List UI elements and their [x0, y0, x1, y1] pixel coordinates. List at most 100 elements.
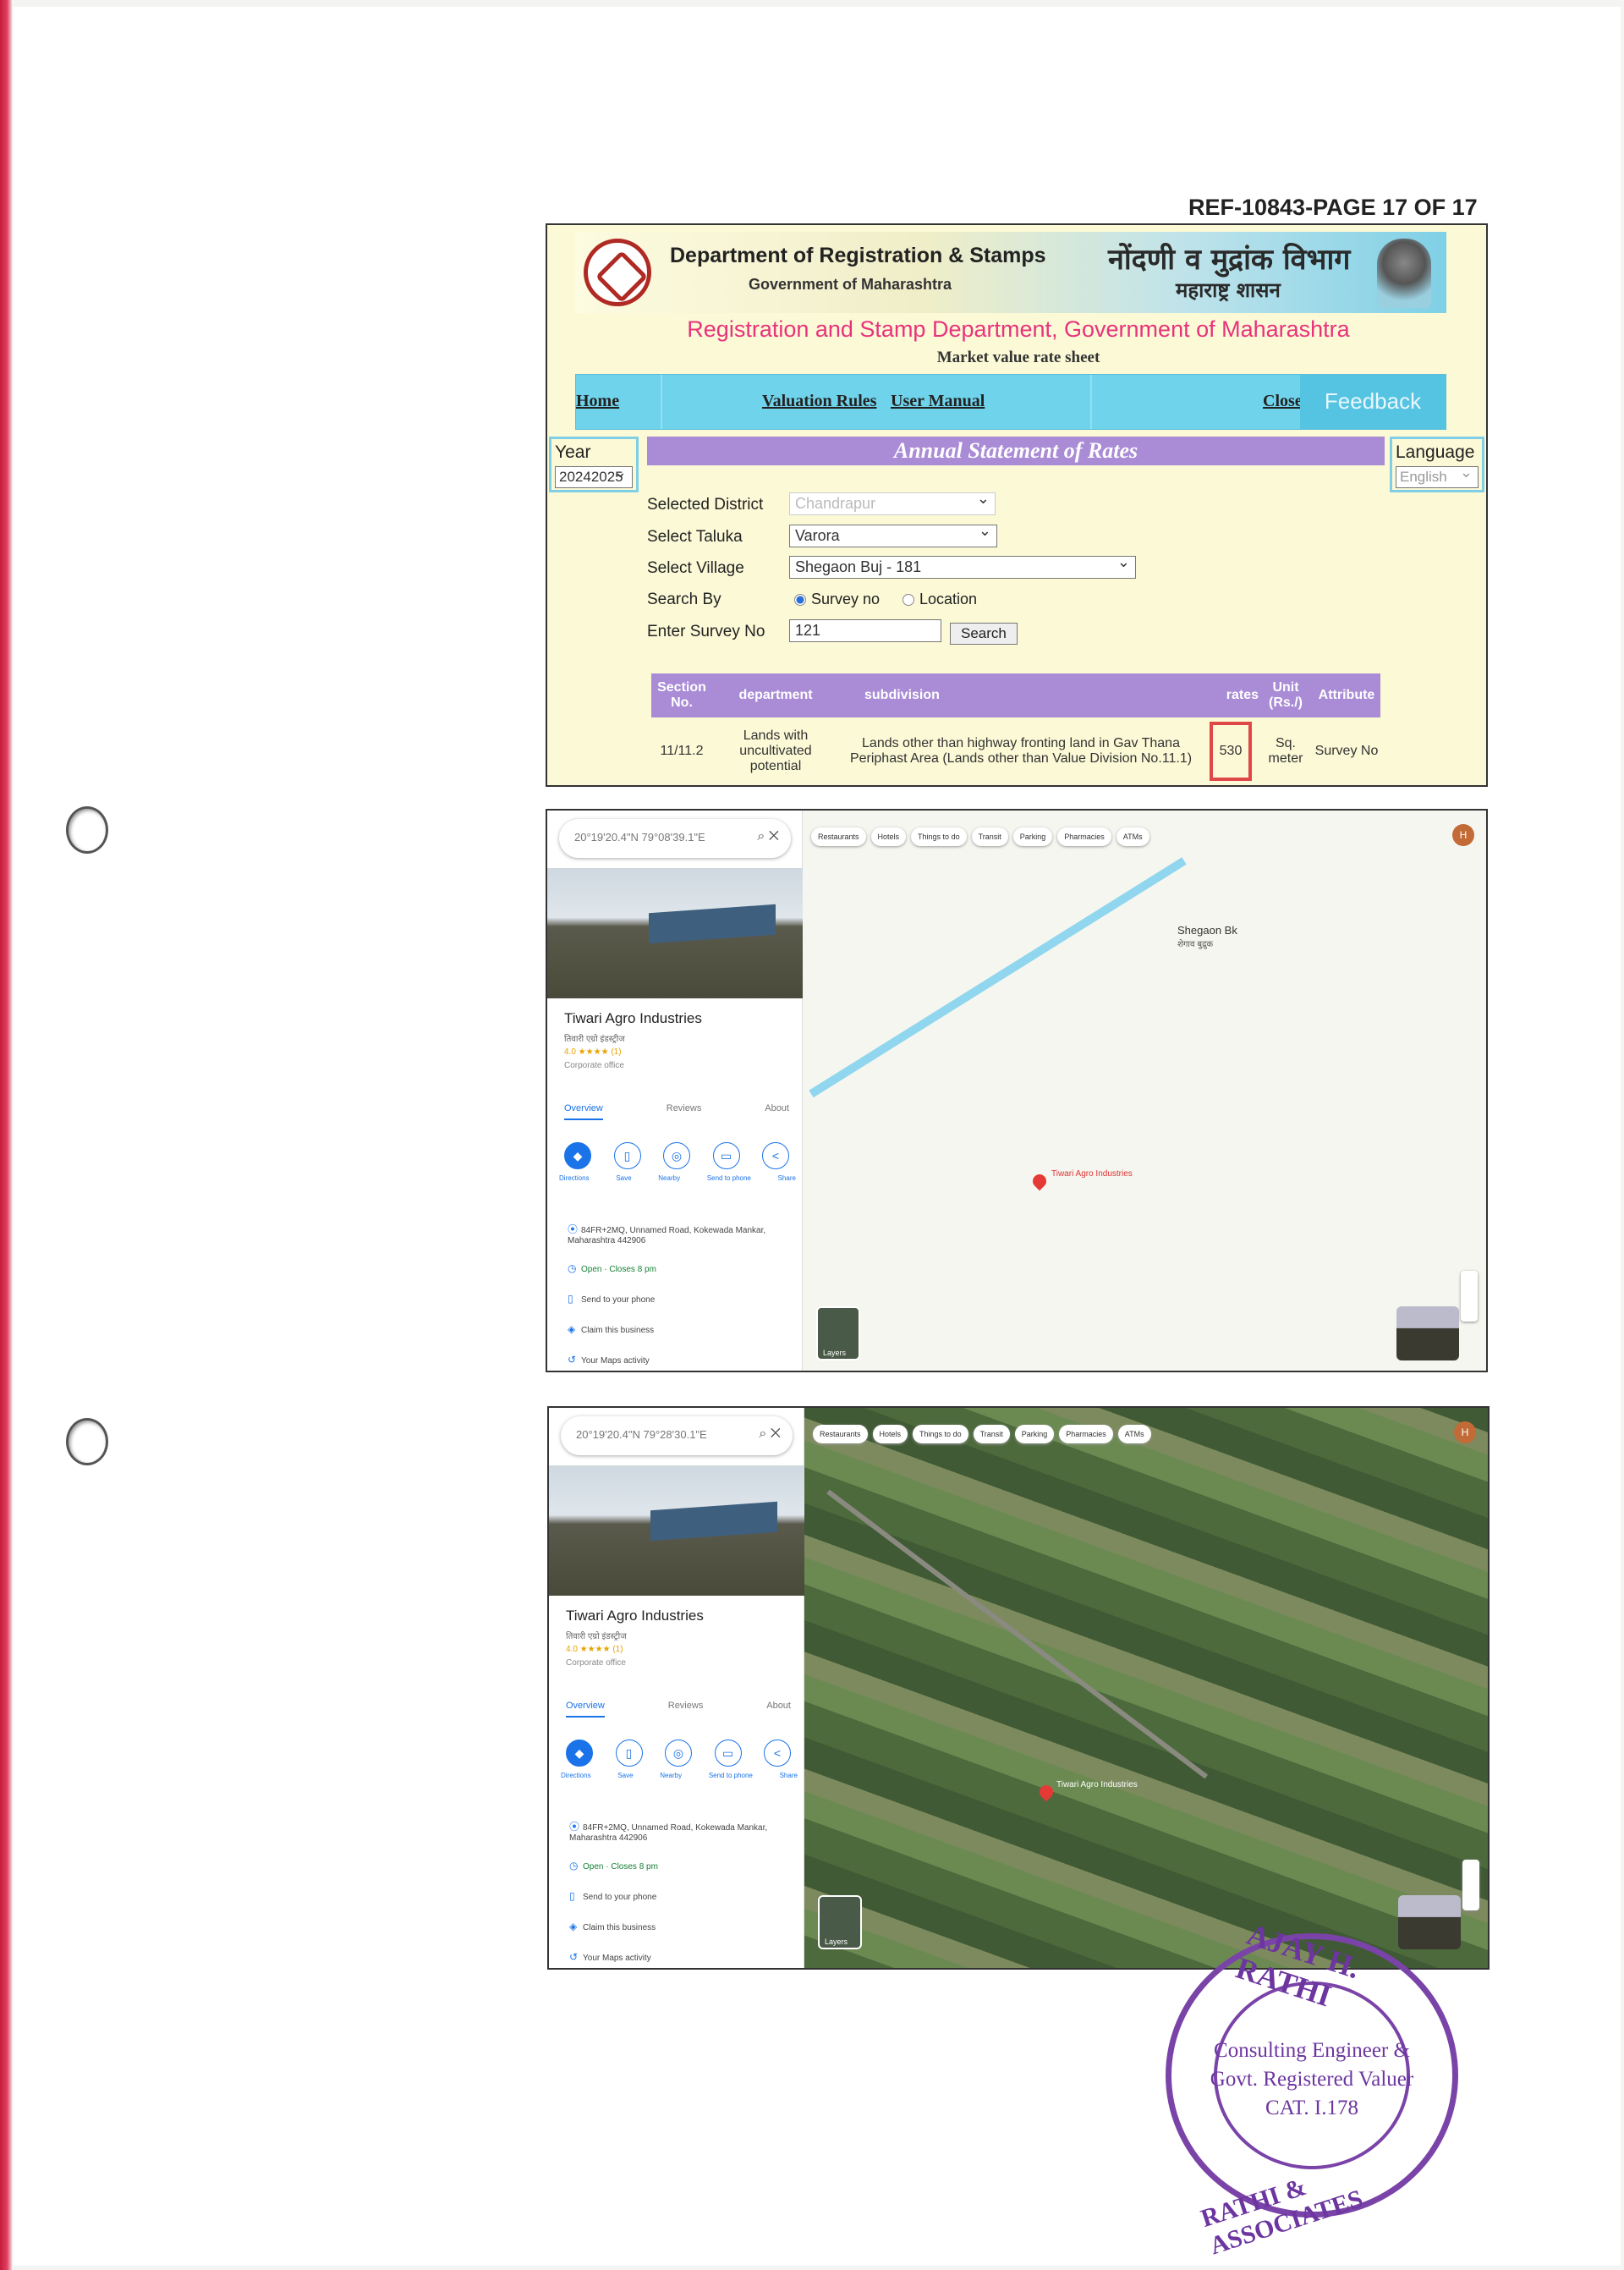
claim-business-link[interactable]: ◈ Claim this business	[569, 1921, 656, 1932]
coords-search-input[interactable]: 20°19'20.4"N 79°08'39.1"E ⌕ ✕	[559, 819, 791, 858]
send-to-phone-icon[interactable]: ▭	[714, 1740, 742, 1767]
search-icon[interactable]: ⌕ ✕	[759, 1426, 781, 1442]
chip-atms[interactable]: ATMs	[1116, 827, 1149, 846]
coords-search-input[interactable]: 20°19'20.4"N 79°28'30.1"E ⌕ ✕	[561, 1416, 793, 1455]
punch-hole	[66, 1418, 108, 1465]
nav-divider	[661, 375, 662, 429]
directions-icon[interactable]: ◆	[566, 1740, 593, 1767]
cell-department: Lands with uncultivated potential	[712, 717, 839, 785]
village-select[interactable]: Shegaon Buj - 181	[789, 553, 1136, 579]
action-labels: Directions Save Nearby Send to phone Sha…	[559, 1174, 796, 1182]
tab-reviews[interactable]: Reviews	[668, 1701, 704, 1718]
directions-icon[interactable]: ◆	[564, 1142, 591, 1169]
category-chips: Restaurants Hotels Things to do Transit …	[811, 827, 1149, 846]
zoom-control[interactable]	[1461, 1271, 1478, 1322]
share-icon[interactable]: <	[762, 1142, 789, 1169]
chip-pharmacies[interactable]: Pharmacies	[1059, 1425, 1113, 1443]
map-label-pin: Tiwari Agro Industries	[1056, 1780, 1138, 1789]
stamp-line1: Consulting Engineer &	[1214, 2039, 1410, 2062]
stamp-line3: CAT. I.178	[1265, 2097, 1358, 2119]
nav-close[interactable]: Close	[1263, 392, 1303, 411]
district-select[interactable]: Chandrapur	[789, 490, 996, 515]
maps-activity-link[interactable]: ↺ Your Maps activity	[568, 1354, 650, 1366]
map-label-pin: Tiwari Agro Industries	[1051, 1169, 1133, 1179]
avatar[interactable]: H	[1452, 824, 1474, 846]
radio-selected-icon	[794, 594, 806, 606]
portal-header: Department of Registration & Stamps Gove…	[575, 232, 1446, 313]
place-photo[interactable]	[547, 868, 803, 998]
chip-transit[interactable]: Transit	[973, 1425, 1010, 1443]
tab-about[interactable]: About	[765, 1103, 789, 1120]
cell-subdivision: Lands other than highway fronting land i…	[839, 717, 1203, 785]
col-header: department	[712, 673, 839, 717]
tab-reviews[interactable]: Reviews	[667, 1103, 702, 1120]
save-icon[interactable]: ▯	[613, 1142, 641, 1169]
chip-restaurants[interactable]: Restaurants	[813, 1425, 868, 1443]
feedback-button[interactable]: Feedback	[1300, 375, 1446, 429]
chip-hotels[interactable]: Hotels	[872, 1425, 908, 1443]
cell-rate: 530	[1203, 717, 1259, 785]
language-box: Language English	[1390, 437, 1484, 492]
map-screenshot: Shegaon Bk शेगाव बुद्रुक Tiwari Agro Ind…	[546, 809, 1488, 1372]
radio-location[interactable]: Location	[903, 591, 977, 608]
search-by-label: Search By	[647, 591, 721, 608]
chip-pharmacies[interactable]: Pharmacies	[1057, 827, 1111, 846]
chip-things-to-do[interactable]: Things to do	[911, 827, 967, 846]
place-category: Corporate office	[564, 1061, 624, 1070]
nav-home[interactable]: Home	[576, 392, 619, 411]
layers-button[interactable]: Layers	[816, 1306, 860, 1360]
highway-road	[809, 857, 1187, 1098]
page-reference: REF-10843-PAGE 17 OF 17	[1188, 195, 1478, 220]
avatar[interactable]: H	[1454, 1421, 1476, 1443]
nearby-icon[interactable]: ◎	[663, 1142, 690, 1169]
maps-activity-link[interactable]: ↺ Your Maps activity	[569, 1951, 651, 1963]
nearby-icon[interactable]: ◎	[665, 1740, 692, 1767]
phone-icon: ▯	[569, 1890, 575, 1902]
send-to-phone-icon[interactable]: ▭	[712, 1142, 740, 1169]
taluka-select[interactable]: Varora	[789, 522, 997, 547]
search-button[interactable]: Search	[950, 623, 1018, 645]
tab-overview[interactable]: Overview	[566, 1701, 605, 1718]
search-icon[interactable]: ⌕ ✕	[757, 829, 779, 844]
chip-atms[interactable]: ATMs	[1117, 1425, 1151, 1443]
chip-parking[interactable]: Parking	[1012, 827, 1053, 846]
cell-section: 11/11.2	[651, 717, 712, 785]
place-panel: 20°19'20.4"N 79°28'30.1"E ⌕ ✕ Tiwari Agro…	[549, 1408, 804, 1968]
action-label: Save	[617, 1772, 634, 1779]
year-select[interactable]: 20242025	[555, 464, 633, 488]
survey-no-input[interactable]: 121	[789, 619, 941, 642]
place-hours[interactable]: ◷ Open · Closes 8 pm	[569, 1860, 658, 1872]
binder-strip	[0, 0, 12, 2270]
place-photo[interactable]	[549, 1465, 804, 1596]
share-icon[interactable]: <	[764, 1740, 791, 1767]
radio-survey-no[interactable]: Survey no	[794, 591, 880, 608]
village-label: Select Village	[647, 559, 744, 577]
street-view-thumbnail[interactable]	[1396, 1306, 1459, 1360]
chip-parking[interactable]: Parking	[1014, 1425, 1055, 1443]
send-to-phone-link[interactable]: ▯ Send to your phone	[569, 1890, 656, 1902]
portal-title: Registration and Stamp Department, Gover…	[687, 316, 1350, 342]
chip-hotels[interactable]: Hotels	[870, 827, 907, 846]
survey-no-label: Enter Survey No	[647, 623, 765, 640]
zoom-control[interactable]	[1462, 1860, 1479, 1910]
tab-overview[interactable]: Overview	[564, 1103, 603, 1120]
place-hours[interactable]: ◷ Open · Closes 8 pm	[568, 1262, 656, 1274]
rate-sheet-screenshot: Department of Registration & Stamps Gove…	[546, 223, 1488, 787]
street-view-thumbnail[interactable]	[1398, 1895, 1461, 1949]
send-to-phone-link[interactable]: ▯ Send to your phone	[568, 1293, 655, 1305]
chip-things-to-do[interactable]: Things to do	[913, 1425, 968, 1443]
nav-user-manual[interactable]: User Manual	[891, 392, 985, 411]
cell-attribute: Survey No	[1313, 717, 1380, 785]
layers-button[interactable]: Layers	[818, 1895, 862, 1949]
chip-restaurants[interactable]: Restaurants	[811, 827, 866, 846]
save-icon[interactable]: ▯	[615, 1740, 643, 1767]
department-logo-icon	[584, 239, 651, 306]
action-buttons: ◆ ▯ ◎ ▭ <	[566, 1740, 791, 1767]
tab-about[interactable]: About	[766, 1701, 791, 1718]
language-select[interactable]: English	[1396, 464, 1479, 488]
shield-icon: ◈	[568, 1323, 576, 1335]
nav-valuation-rules[interactable]: Valuation Rules	[762, 392, 876, 411]
chip-transit[interactable]: Transit	[971, 827, 1008, 846]
claim-business-link[interactable]: ◈ Claim this business	[568, 1323, 654, 1335]
portal-subtitle: Market value rate sheet	[936, 349, 1100, 366]
